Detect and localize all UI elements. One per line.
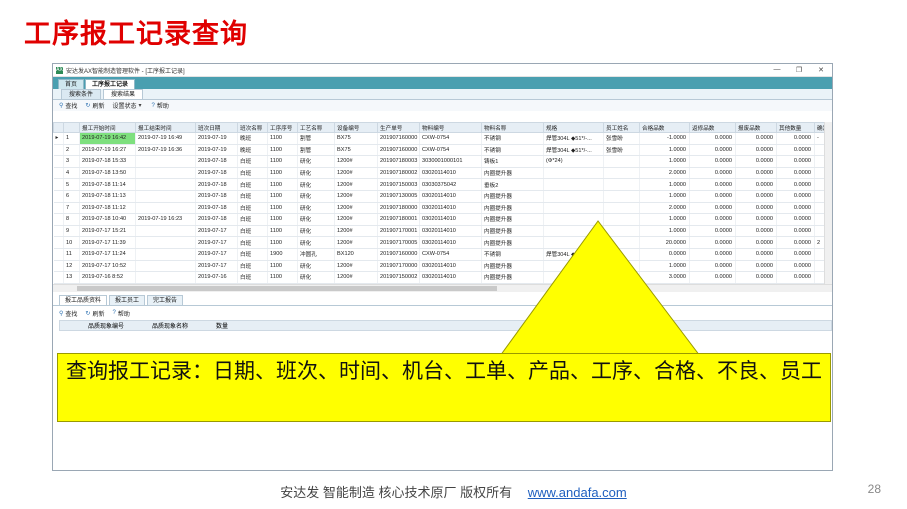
page-number: 28 [867, 482, 881, 496]
footer-text: 安达发 智能制造 核心技术原厂 版权所有 [280, 485, 513, 500]
callout-pointer [499, 220, 702, 357]
footer: 安达发 智能制造 核心技术原厂 版权所有 www.andafa.com [0, 482, 907, 501]
callout-text: 查询报工记录：日期、班次、时间、机台、工单、产品、工序、合格、不良、员工 [66, 359, 822, 383]
footer-link[interactable]: www.andafa.com [528, 485, 627, 500]
